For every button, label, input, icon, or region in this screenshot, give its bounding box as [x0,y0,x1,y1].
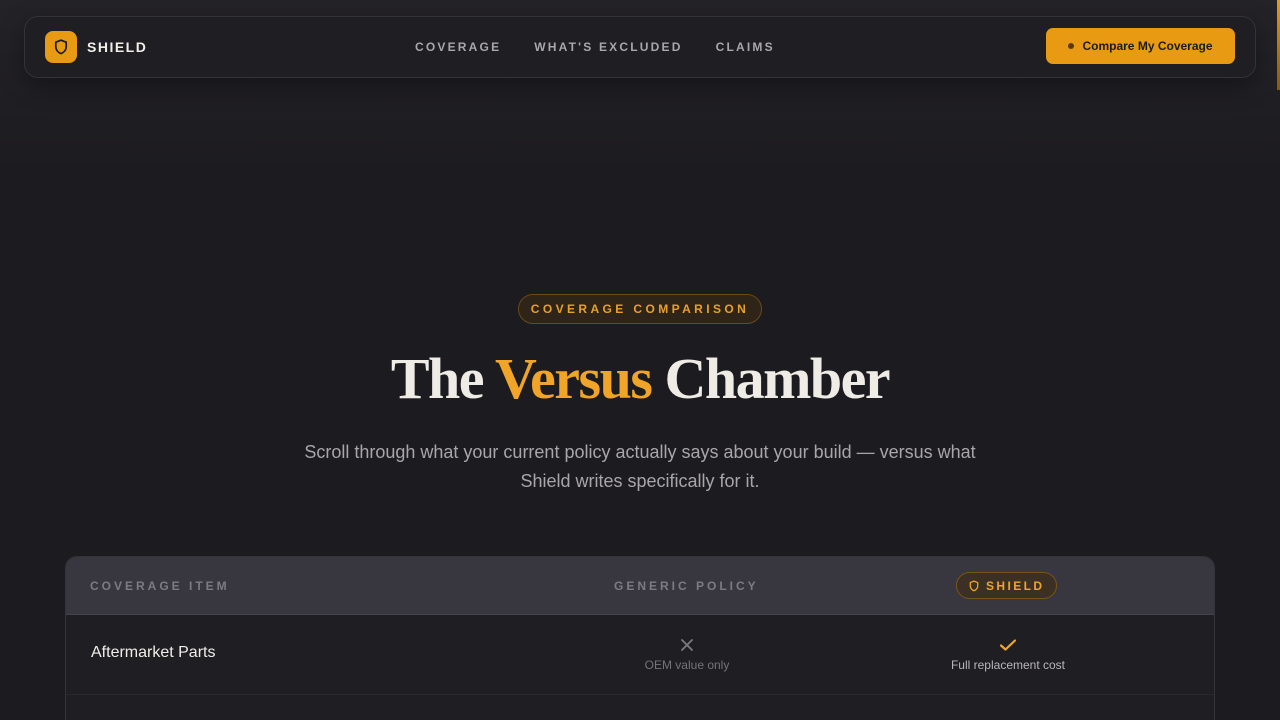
nav-links: COVERAGE WHAT'S EXCLUDED CLAIMS [415,40,808,54]
nav-link-coverage[interactable]: COVERAGE [415,40,501,54]
title-accent: Versus [494,346,653,411]
generic-cell: OEM value only [567,635,807,672]
header-shield-label: SHIELD [986,578,1045,593]
title-start: The [390,346,495,411]
table-row[interactable]: Aftermarket Parts OEM value only Full re… [66,615,1214,695]
eyebrow-badge: COVERAGE COMPARISON [517,294,763,324]
title-end: Chamber [651,346,890,411]
navbar: SHIELD COVERAGE WHAT'S EXCLUDED CLAIMS C… [24,16,1256,78]
shield-icon [969,580,979,591]
row-label: Aftermarket Parts [91,644,216,661]
generic-note: OEM value only [644,658,730,672]
shield-cell: Full replacement cost [888,635,1128,672]
table-row-partial [66,695,1214,720]
dot-icon [1068,43,1075,49]
brand[interactable]: SHIELD [45,31,147,63]
x-icon [567,635,807,655]
compare-coverage-label: Compare My Coverage [1082,39,1213,53]
page-title: The Versus Chamber [0,346,1280,412]
hero: COVERAGE COMPARISON The Versus Chamber S… [0,294,1280,496]
table-header: COVERAGE ITEM GENERIC POLICY SHIELD [66,557,1214,615]
header-generic-policy: GENERIC POLICY [614,579,759,593]
header-coverage-item: COVERAGE ITEM [90,579,230,593]
brand-name: SHIELD [87,39,148,55]
comparison-table: COVERAGE ITEM GENERIC POLICY SHIELD Afte… [65,556,1215,720]
nav-link-claims[interactable]: CLAIMS [716,40,775,54]
hero-subtitle: Scroll through what your current policy … [304,442,976,491]
header-shield-badge: SHIELD [956,572,1058,599]
check-icon [888,635,1128,655]
shield-icon [45,31,77,63]
nav-link-whats-excluded[interactable]: WHAT'S EXCLUDED [534,40,682,54]
shield-note: Full replacement cost [950,658,1066,672]
compare-coverage-button[interactable]: Compare My Coverage [1046,28,1235,64]
